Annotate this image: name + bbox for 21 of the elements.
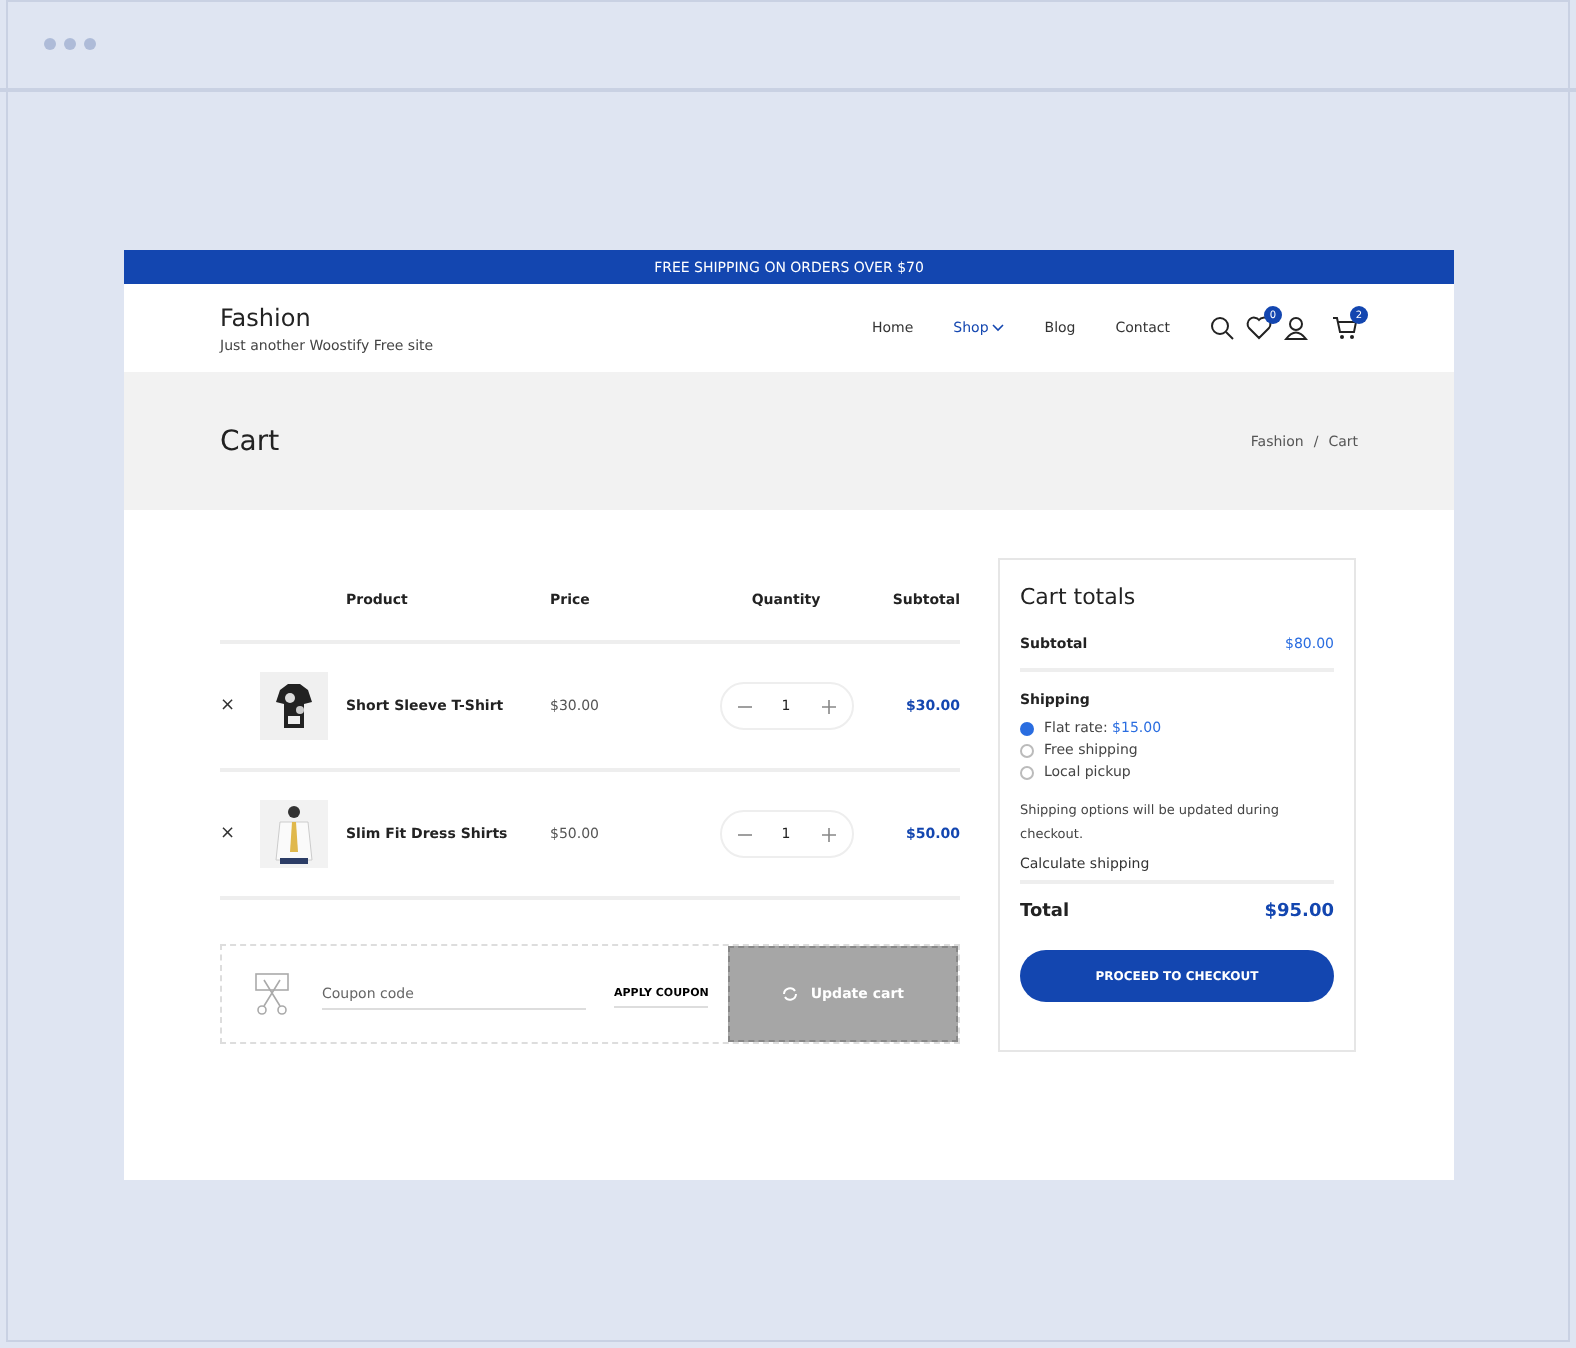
scissors-icon [250, 972, 294, 1016]
radio-button[interactable] [1020, 765, 1034, 779]
total-value: $95.00 [1264, 902, 1334, 922]
user-icon[interactable] [1284, 316, 1308, 340]
window-dot [84, 38, 96, 50]
plus-icon[interactable] [821, 827, 835, 841]
plus-icon[interactable] [821, 699, 835, 713]
search-icon[interactable] [1210, 316, 1234, 340]
site-title[interactable]: Fashion [220, 303, 434, 331]
window-dot [64, 38, 76, 50]
radio-button[interactable] [1020, 743, 1034, 757]
refresh-icon [782, 986, 799, 1002]
panel-title: Cart totals [1020, 584, 1138, 610]
window-dot [44, 38, 56, 50]
cart-icon[interactable] [1332, 316, 1358, 340]
page-title: Cart [220, 425, 280, 457]
heart-icon[interactable] [1246, 316, 1272, 340]
remove-button[interactable]: × [220, 824, 260, 844]
remove-button[interactable]: × [220, 696, 260, 716]
total-label: Total [1020, 902, 1070, 922]
radio-button[interactable] [1020, 721, 1034, 735]
